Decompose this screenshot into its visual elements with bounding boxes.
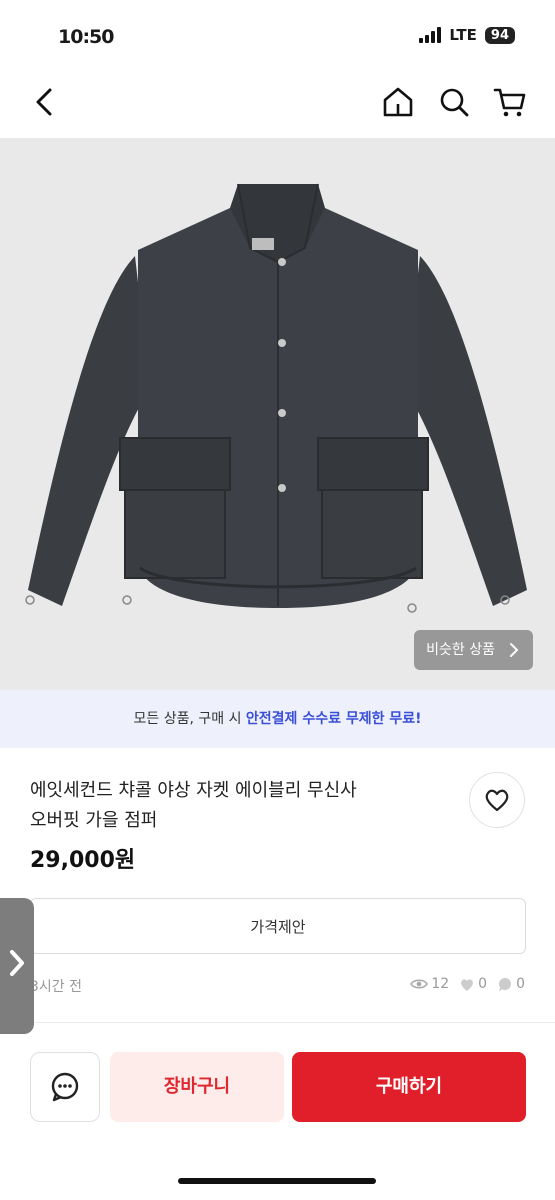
search-button[interactable]	[436, 84, 472, 120]
status-indicators: LTE 94	[419, 26, 515, 44]
banner-highlight: 안전결제 수수료 무제한 무료!	[245, 711, 422, 727]
battery-indicator: 94	[484, 26, 515, 44]
likes-stat: 0	[459, 976, 487, 992]
product-title-line1: 에잇세컨드 챠콜 야상 자켓 에이블리 무신사	[30, 780, 357, 801]
cart-button[interactable]	[492, 84, 528, 120]
add-to-cart-button[interactable]: 장바구니	[110, 1052, 284, 1122]
views-count: 12	[431, 976, 450, 992]
chevron-left-icon	[36, 88, 52, 116]
product-image[interactable]: 비슷한 상품	[0, 138, 555, 690]
posted-time: 3시간 전	[30, 979, 82, 995]
chat-icon	[51, 1072, 79, 1102]
chat-small-icon	[499, 977, 512, 991]
banner-text: 모든 상품, 구매 시	[133, 711, 246, 727]
back-button[interactable]	[26, 82, 66, 122]
safe-payment-banner: 모든 상품, 구매 시 안전결제 수수료 무제한 무료!	[0, 690, 555, 748]
similar-products-label: 비슷한 상품	[426, 642, 495, 658]
product-price: 29,000원	[30, 848, 136, 873]
similar-products-button[interactable]: 비슷한 상품	[414, 630, 533, 670]
product-title: 에잇세컨드 챠콜 야상 자켓 에이블리 무신사 오버핏 가을 점퍼	[30, 776, 450, 836]
views-stat: 12	[410, 976, 449, 992]
chats-count: 0	[516, 976, 525, 992]
side-drawer-handle[interactable]	[0, 898, 34, 1034]
app-header	[0, 70, 555, 138]
price-offer-button[interactable]: 가격제안	[30, 898, 526, 954]
divider	[0, 1022, 555, 1023]
chevron-right-icon	[10, 950, 24, 976]
status-time: 10:50	[58, 26, 114, 48]
heart-small-icon	[461, 978, 474, 991]
likes-count: 0	[478, 976, 488, 992]
signal-icon	[419, 27, 442, 43]
chats-stat: 0	[497, 976, 525, 992]
network-label: LTE	[449, 26, 477, 44]
product-title-line2: 오버핏 가을 점퍼	[30, 810, 158, 831]
home-button[interactable]	[380, 84, 416, 120]
buy-now-button[interactable]: 구매하기	[292, 1052, 526, 1122]
status-bar: 10:50 LTE 94	[0, 0, 555, 70]
chevron-right-icon	[510, 643, 519, 657]
cart-icon	[493, 88, 526, 117]
home-indicator	[178, 1178, 376, 1184]
chat-button[interactable]	[30, 1052, 100, 1122]
heart-icon	[485, 789, 509, 812]
eye-icon	[410, 979, 429, 989]
product-stats: 12 0 0	[410, 976, 525, 992]
jacket-illustration	[25, 183, 527, 613]
search-icon	[440, 88, 469, 117]
home-icon	[383, 87, 413, 117]
like-button[interactable]	[469, 772, 525, 828]
